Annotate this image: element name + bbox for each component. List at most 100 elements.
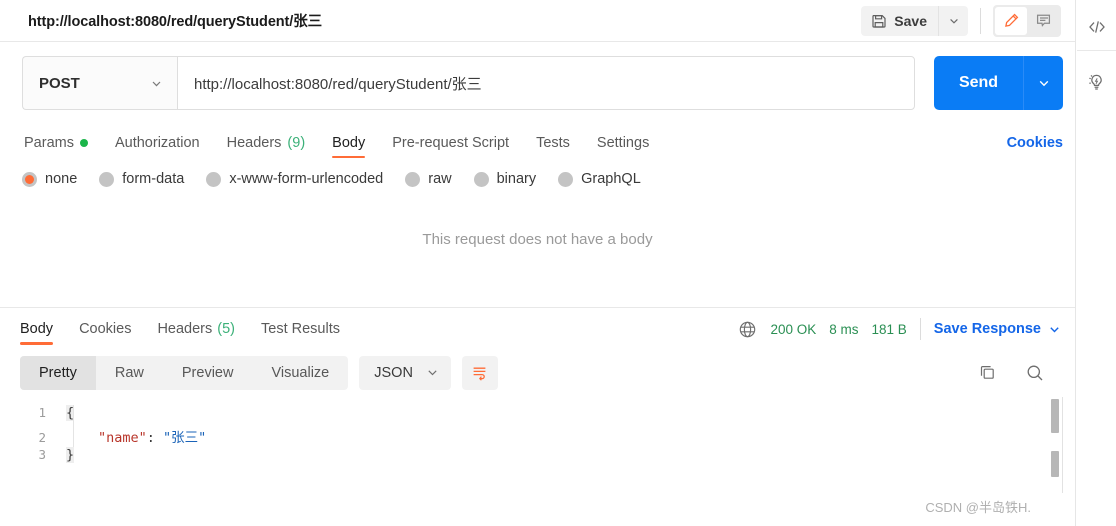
tab-body[interactable]: Body <box>332 124 366 162</box>
pencil-icon <box>1003 12 1020 29</box>
view-mode-visualize[interactable]: Visualize <box>252 356 348 390</box>
code-fold-rail <box>73 404 74 447</box>
body-type-raw[interactable]: raw <box>405 171 452 187</box>
watermark: CSDN @半岛铁H. <box>925 500 1031 515</box>
response-body-viewer[interactable]: 1 { 2 "name": "张三" 3 } <box>0 393 1075 526</box>
header-icon-group <box>993 4 1061 37</box>
scrollbar-thumb[interactable] <box>1051 398 1059 433</box>
response-tab-cookies[interactable]: Cookies <box>79 308 131 351</box>
body-type-binary-label: binary <box>496 171 537 187</box>
tab-tests[interactable]: Tests <box>536 124 570 162</box>
search-button[interactable] <box>1025 363 1045 383</box>
edit-request-button[interactable] <box>995 6 1027 35</box>
code-scrollbar[interactable] <box>1051 398 1059 485</box>
radio-binary[interactable] <box>473 171 489 187</box>
response-tab-headers[interactable]: Headers (5) <box>157 308 235 351</box>
view-mode-pretty[interactable]: Pretty <box>20 355 96 390</box>
scrollbar-thumb[interactable] <box>1051 450 1059 477</box>
chevron-down-icon <box>428 370 437 376</box>
save-response-button[interactable]: Save Response <box>934 321 1061 337</box>
radio-raw[interactable] <box>405 171 421 187</box>
code-token-string: "张三" <box>163 429 207 446</box>
body-type-none[interactable]: none <box>22 171 77 187</box>
response-tabs: Body Cookies Headers (5) Test Results 20… <box>0 308 1075 351</box>
chevron-down-icon <box>1050 326 1059 332</box>
url-input[interactable]: http://localhost:8080/red/queryStudent/张… <box>177 56 915 110</box>
radio-form-data[interactable] <box>99 171 115 187</box>
send-options-caret[interactable] <box>1023 56 1063 110</box>
params-modified-dot <box>79 139 88 147</box>
tab-params[interactable]: Params <box>24 124 88 162</box>
code-line: 2 "name": "张三" <box>0 426 1075 447</box>
code-line-content: "name": "张三" <box>66 426 206 446</box>
comment-icon <box>1035 12 1052 29</box>
save-button[interactable]: Save <box>861 6 938 36</box>
response-tab-body[interactable]: Body <box>20 308 54 351</box>
body-type-x-www-form-urlencoded-label: x-www-form-urlencoded <box>229 171 384 187</box>
wrap-lines-button[interactable] <box>461 355 498 390</box>
search-icon <box>1025 363 1045 383</box>
view-mode-preview[interactable]: Preview <box>163 356 253 390</box>
page-title: http://localhost:8080/red/queryStudent/张… <box>28 14 322 30</box>
response-tab-headers-count: (5) <box>217 321 235 337</box>
line-number: 3 <box>38 446 46 462</box>
response-tab-headers-label: Headers <box>157 321 213 337</box>
body-type-form-data[interactable]: form-data <box>99 171 184 187</box>
info-tips-button[interactable] <box>1078 63 1116 101</box>
chevron-down-icon <box>1039 80 1048 87</box>
body-type-x-www-form-urlencoded[interactable]: x-www-form-urlencoded <box>206 171 383 187</box>
save-button-label: Save <box>894 12 927 29</box>
code-token-colon: : <box>146 429 164 446</box>
tab-headers-count: (9) <box>287 135 306 151</box>
request-tabs: Params Authorization Headers (9) Body Pr… <box>0 124 1075 162</box>
tab-settings[interactable]: Settings <box>597 124 649 162</box>
chevron-down-icon <box>949 18 958 24</box>
http-method-select[interactable]: POST <box>22 56 177 110</box>
meta-divider <box>919 318 921 340</box>
code-snippet-button[interactable] <box>1078 8 1116 46</box>
send-group: Send <box>934 56 1063 110</box>
rail-divider <box>1077 50 1116 51</box>
http-method-label: POST <box>39 74 80 92</box>
url-bar: POST http://localhost:8080/red/queryStud… <box>0 42 1075 124</box>
right-sidebar <box>1077 0 1116 526</box>
save-group: Save <box>861 5 968 36</box>
response-format-select[interactable]: JSON <box>359 355 451 390</box>
viewer-right-actions <box>978 363 1061 383</box>
tab-pre-request-script[interactable]: Pre-request Script <box>392 124 509 162</box>
body-type-radio-group: none form-data x-www-form-urlencoded raw… <box>0 162 1075 199</box>
copy-button[interactable] <box>978 363 997 382</box>
copy-icon <box>978 363 997 382</box>
send-button[interactable]: Send <box>934 56 1023 110</box>
radio-graphql[interactable] <box>558 171 574 187</box>
header-actions: Save <box>861 4 1061 37</box>
tab-headers-label: Headers <box>226 135 282 151</box>
response-tab-test-results-label: Test Results <box>261 321 340 337</box>
response-tab-test-results[interactable]: Test Results <box>261 308 340 351</box>
empty-body-message: This request does not have a body <box>422 231 653 248</box>
cookies-link[interactable]: Cookies <box>1007 135 1063 151</box>
body-type-binary[interactable]: binary <box>473 171 537 187</box>
body-type-graphql-label: GraphQL <box>581 171 641 187</box>
body-type-form-data-label: form-data <box>122 171 185 187</box>
save-options-caret[interactable] <box>938 5 968 36</box>
radio-x-www-form-urlencoded[interactable] <box>206 171 222 187</box>
tab-tests-label: Tests <box>536 135 570 151</box>
code-snippet-icon <box>1087 17 1107 37</box>
body-type-none-label: none <box>45 171 78 187</box>
save-response-label: Save Response <box>933 321 1041 337</box>
tab-headers[interactable]: Headers (9) <box>227 124 306 162</box>
comment-request-button[interactable] <box>1027 7 1059 35</box>
tab-settings-label: Settings <box>596 135 650 151</box>
radio-none[interactable] <box>22 171 37 187</box>
view-mode-raw[interactable]: Raw <box>96 356 163 390</box>
view-mode-segmented-control: Pretty Raw Preview Visualize <box>20 355 349 390</box>
lightbulb-icon <box>1086 72 1107 93</box>
tab-params-label: Params <box>24 135 74 151</box>
status-badge: 200 OK <box>770 321 817 337</box>
body-type-graphql[interactable]: GraphQL <box>558 171 641 187</box>
wrap-lines-icon <box>471 364 488 381</box>
postman-app: http://localhost:8080/red/queryStudent/张… <box>0 0 1116 526</box>
tab-pre-request-script-label: Pre-request Script <box>392 135 510 151</box>
tab-authorization[interactable]: Authorization <box>115 124 200 162</box>
